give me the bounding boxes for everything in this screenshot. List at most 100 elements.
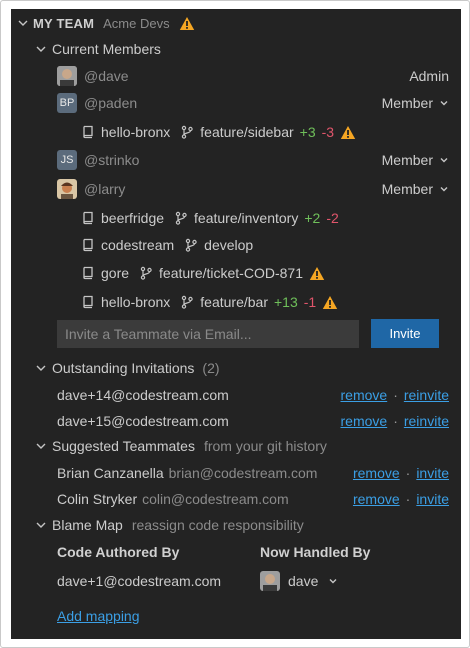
section-title: MY TEAM	[33, 15, 95, 31]
remove-link[interactable]: remove	[341, 387, 388, 403]
blame-map-header[interactable]: Blame Map reassign code responsibility	[35, 512, 461, 538]
blame-map-row: dave+1@codestream.com dave	[57, 566, 461, 596]
lines-removed: -1	[303, 294, 317, 310]
chevron-down-icon	[439, 181, 449, 197]
warning-icon[interactable]	[179, 16, 195, 31]
reinvite-link[interactable]: reinvite	[404, 413, 449, 429]
member-row-dave[interactable]: @dave Admin	[57, 63, 461, 89]
my-team-header[interactable]: MY TEAM Acme Devs	[17, 10, 461, 36]
repo-icon	[81, 238, 95, 252]
blame-map-title: Blame Map	[52, 517, 123, 533]
invite-link[interactable]: invite	[416, 491, 449, 507]
repo-icon	[81, 266, 95, 280]
remove-link[interactable]: remove	[341, 413, 388, 429]
lines-removed: -3	[321, 124, 335, 140]
teammate-name: Brian Canzanella	[57, 465, 164, 481]
outstanding-title: Outstanding Invitations	[52, 360, 195, 376]
lines-removed: -2	[326, 210, 339, 226]
chevron-down-icon	[35, 519, 47, 531]
avatar: JS	[57, 150, 77, 170]
member-role: Admin	[409, 68, 449, 84]
branch-name: feature/inventory	[194, 210, 299, 226]
role-dropdown[interactable]: Member	[382, 95, 449, 111]
add-mapping-link[interactable]: Add mapping	[57, 608, 140, 624]
outstanding-invitations-header[interactable]: Outstanding Invitations (2)	[35, 355, 461, 381]
warning-icon[interactable]	[309, 266, 325, 281]
handler-name: dave	[288, 573, 319, 589]
branch-name: feature/ticket-COD-871	[159, 265, 303, 281]
invitation-row: dave+15@codestream.com remove · reinvite	[57, 413, 449, 429]
chevron-down-icon	[35, 440, 47, 452]
teammate-email: brian@codestream.com	[168, 465, 318, 481]
repo-name: codestream	[101, 237, 175, 253]
invitee-email: dave+15@codestream.com	[57, 413, 229, 429]
repo-name: hello-bronx	[101, 124, 171, 140]
chevron-down-icon	[17, 17, 29, 29]
suggested-subtitle: from your git history	[203, 438, 327, 454]
branch-name: feature/bar	[200, 294, 268, 310]
remove-link[interactable]: remove	[353, 465, 400, 481]
member-row-strinko[interactable]: JS @strinko Member	[57, 147, 461, 173]
repo-icon	[81, 125, 95, 139]
member-row-larry[interactable]: @larry Member	[57, 176, 461, 202]
avatar	[260, 571, 280, 591]
warning-icon[interactable]	[340, 125, 356, 140]
teammate-email: colin@codestream.com	[142, 491, 289, 507]
avatar	[57, 66, 77, 86]
chevron-down-icon	[439, 95, 449, 111]
suggested-teammates-header[interactable]: Suggested Teammates from your git histor…	[35, 433, 461, 459]
suggested-title: Suggested Teammates	[52, 438, 195, 454]
lines-added: +3	[299, 124, 316, 140]
author-email: dave+1@codestream.com	[57, 573, 222, 589]
branch-icon	[180, 125, 194, 139]
branch-icon	[184, 238, 198, 252]
team-name: Acme Devs	[103, 15, 170, 31]
reinvite-link[interactable]: reinvite	[404, 387, 449, 403]
lines-added: +13	[273, 294, 298, 310]
current-members-header[interactable]: Current Members	[35, 36, 461, 62]
branch-icon	[174, 211, 188, 225]
repo-name: beerfridge	[101, 210, 165, 226]
remove-link[interactable]: remove	[353, 491, 400, 507]
blame-map-subtitle: reassign code responsibility	[131, 517, 304, 533]
chevron-down-icon	[35, 43, 47, 55]
repo-row: codestream develop	[81, 232, 461, 258]
member-row-paden[interactable]: BP @paden Member	[57, 90, 461, 116]
invite-link[interactable]: invite	[416, 465, 449, 481]
role-dropdown[interactable]: Member	[382, 152, 449, 168]
invitation-row: dave+14@codestream.com remove · reinvite	[57, 387, 449, 403]
add-mapping-row: Add mapping	[57, 603, 461, 629]
invitee-email: dave+14@codestream.com	[57, 387, 229, 403]
repo-row: hello-bronx feature/bar +13 -1	[81, 289, 461, 315]
warning-icon[interactable]	[322, 295, 338, 310]
chevron-down-icon	[35, 362, 47, 374]
repo-row: beerfridge feature/inventory +2 -2	[81, 205, 461, 231]
repo-name: gore	[101, 265, 130, 281]
avatar: BP	[57, 93, 77, 113]
repo-row: gore feature/ticket-COD-871	[81, 260, 461, 286]
repo-row: hello-bronx feature/sidebar +3 -3	[81, 119, 461, 145]
username: @strinko	[84, 152, 140, 168]
role-dropdown[interactable]: Member	[382, 181, 449, 197]
window-frame: MY TEAM Acme Devs Current Members @dave …	[0, 0, 470, 648]
username: @dave	[84, 68, 129, 84]
handler-dropdown[interactable]: dave	[260, 571, 338, 591]
username: @larry	[84, 181, 126, 197]
avatar	[57, 179, 77, 199]
col-handled-by: Now Handled By	[260, 544, 371, 560]
invite-email-input[interactable]	[57, 320, 359, 348]
blame-map-columns: Code Authored By Now Handled By	[57, 539, 461, 565]
chevron-down-icon	[439, 152, 449, 168]
invite-button[interactable]: Invite	[371, 319, 439, 348]
teammate-name: Colin Stryker	[57, 491, 138, 507]
repo-icon	[81, 295, 95, 309]
team-panel: MY TEAM Acme Devs Current Members @dave …	[11, 9, 461, 639]
branch-icon	[139, 266, 153, 280]
lines-added: +2	[304, 210, 321, 226]
repo-name: hello-bronx	[101, 294, 171, 310]
branch-name: feature/sidebar	[200, 124, 294, 140]
branch-icon	[180, 295, 194, 309]
current-members-title: Current Members	[52, 41, 161, 57]
col-authored-by: Code Authored By	[57, 544, 180, 560]
invitation-count: (2)	[202, 360, 220, 376]
